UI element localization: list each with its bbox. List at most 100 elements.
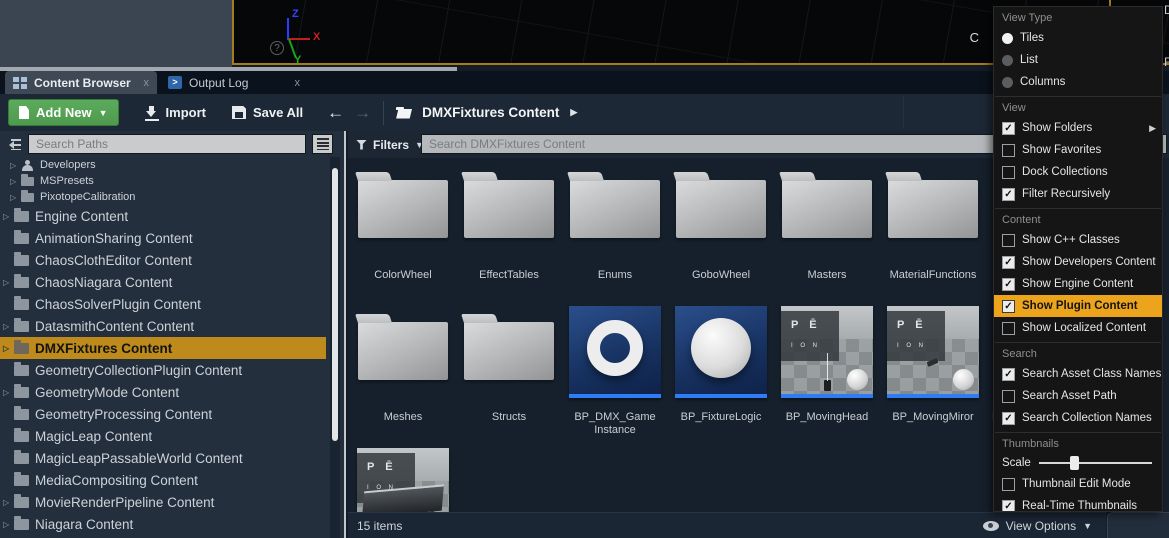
tree-item-label: DatasmithContent Content xyxy=(35,319,194,334)
menu-checkbox-item[interactable]: ✓ Search Collection Names ▶ xyxy=(994,407,1162,429)
expander-icon[interactable]: ▷ xyxy=(3,344,14,353)
asset-tile[interactable]: P ĒI O N BP_MovingMiror xyxy=(880,306,986,437)
menu-checkbox-item[interactable]: ✓ Show Folders ▶ xyxy=(994,117,1162,139)
asset-tile[interactable]: Structs xyxy=(456,306,562,437)
save-all-button[interactable]: Save All xyxy=(232,105,303,120)
expander-icon[interactable]: ▷ xyxy=(10,193,21,202)
asset-tile[interactable]: P ĒI O N xyxy=(350,448,456,512)
folder-icon xyxy=(14,497,29,508)
menu-checkbox-item[interactable]: ✓ Filter Recursively ▶ xyxy=(994,183,1162,205)
tree-item[interactable]: ▷ Niagara Content xyxy=(0,513,326,535)
search-items: ✓ Search Asset Class Names ▶ ✓ Search As… xyxy=(994,363,1162,429)
menu-checkbox-item[interactable]: ✓ Show Engine Content ▶ xyxy=(994,273,1162,295)
tree-item[interactable]: ▷ PixotopeCalibration xyxy=(0,189,326,205)
tree-item[interactable]: ▷ ChaosClothEditor Content xyxy=(0,249,326,271)
tile-label: BP_MovingHead xyxy=(786,411,869,424)
tree-item[interactable]: ▷ GeometryCollectionPlugin Content xyxy=(0,359,326,381)
close-tab-icon[interactable]: x xyxy=(295,77,301,89)
folder-tile[interactable]: MaterialFunctions xyxy=(880,164,986,282)
tab-content-browser[interactable]: Content Browser x xyxy=(5,71,157,94)
expander-icon[interactable]: ▷ xyxy=(3,520,14,529)
menu-checkbox-item[interactable]: ✓ Real-Time Thumbnails ▶ xyxy=(994,495,1162,512)
expander-icon[interactable]: ▷ xyxy=(3,322,14,331)
tab-label: Content Browser xyxy=(34,76,131,90)
tree-item[interactable]: ▷ Developers xyxy=(0,157,326,173)
sphere-graphic xyxy=(953,369,974,390)
back-button[interactable]: ← xyxy=(327,103,344,123)
folder-tile[interactable]: Masters xyxy=(774,164,880,282)
checkbox-icon: ✓ xyxy=(1002,144,1015,157)
folder-thumbnail xyxy=(358,322,448,380)
blueprint-stripe xyxy=(675,394,767,398)
menu-radio-item[interactable]: List xyxy=(994,49,1162,71)
tree-item[interactable]: ▷ Engine Content xyxy=(0,205,326,227)
tree-item[interactable]: ▷ ChaosNiagara Content xyxy=(0,271,326,293)
asset-tile[interactable]: BP_FixtureLogic xyxy=(668,306,774,437)
expander-icon[interactable]: ▷ xyxy=(10,161,21,170)
tree-item[interactable]: ▷ MagicLeapPassableWorld Content xyxy=(0,447,326,469)
background-text-fragment: D xyxy=(1164,3,1169,17)
breadcrumb-chevron-icon[interactable]: ▶ xyxy=(570,107,577,118)
menu-radio-item[interactable]: Tiles xyxy=(994,27,1162,49)
path-view-options-button[interactable] xyxy=(312,134,333,154)
menu-checkbox-item[interactable]: ✓ Show Plugin Content ▶ xyxy=(994,295,1162,317)
save-all-label: Save All xyxy=(253,105,303,120)
tab-label: Output Log xyxy=(189,76,248,90)
menu-checkbox-item[interactable]: ✓ Search Asset Path ▶ xyxy=(994,385,1162,407)
folder-tile[interactable]: Enums xyxy=(562,164,668,282)
asset-tile[interactable]: Meshes xyxy=(350,306,456,437)
folder-icon xyxy=(14,299,29,310)
view-options-label: View Options xyxy=(1006,519,1076,533)
tree-item[interactable]: ▷ DatasmithContent Content xyxy=(0,315,326,337)
menu-item-label: Show Favorites xyxy=(1022,144,1101,156)
expander-icon[interactable]: ▷ xyxy=(10,177,21,186)
import-button[interactable]: Import xyxy=(145,105,206,120)
content-browser-icon xyxy=(13,77,27,89)
expander-icon[interactable]: ▷ xyxy=(3,212,14,221)
tree-item[interactable]: ▷ MagicLeap Content xyxy=(0,425,326,447)
tree-item[interactable]: ▷ MediaCompositing Content xyxy=(0,469,326,491)
menu-checkbox-item[interactable]: ✓ Dock Collections ▶ xyxy=(994,161,1162,183)
tab-output-log[interactable]: > Output Log x xyxy=(160,71,308,94)
collapse-sources-icon[interactable] xyxy=(5,137,21,151)
add-new-button[interactable]: Add New ▼ xyxy=(8,99,119,126)
billboard-logo: P ĒI O N xyxy=(781,311,839,361)
slider-handle[interactable] xyxy=(1070,456,1079,470)
menu-checkbox-item[interactable]: ✓ Show Favorites ▶ xyxy=(994,139,1162,161)
view-type-options: Tiles List Columns xyxy=(994,27,1162,93)
tree-item[interactable]: ▷ GeometryMode Content xyxy=(0,381,326,403)
menu-checkbox-item[interactable]: ✓ Show Localized Content ▶ xyxy=(994,317,1162,339)
menu-checkbox-item[interactable]: ✓ Show Developers Content ▶ xyxy=(994,251,1162,273)
tree-item[interactable]: ▷ MSPresets xyxy=(0,173,326,189)
expander-icon[interactable]: ▷ xyxy=(3,388,14,397)
breadcrumb[interactable]: DMXFixtures Content ▶ xyxy=(396,105,577,120)
menu-item-label: Show Localized Content xyxy=(1022,322,1146,334)
search-paths-input[interactable] xyxy=(28,134,306,154)
help-icon[interactable]: ? xyxy=(270,41,284,55)
tree-item[interactable]: ▷ DMXFixtures Content xyxy=(0,337,326,359)
asset-tile[interactable]: BP_DMX_Game Instance xyxy=(562,306,668,437)
tree-item[interactable]: ▷ GeometryProcessing Content xyxy=(0,403,326,425)
torus-graphic xyxy=(587,320,643,376)
close-tab-icon[interactable]: x xyxy=(144,77,150,89)
menu-radio-item[interactable]: Columns xyxy=(994,71,1162,93)
folder-tile[interactable]: EffectTables xyxy=(456,164,562,282)
thumbnail-scale-slider[interactable] xyxy=(1039,456,1152,470)
asset-tile[interactable]: P ĒI O N BP_MovingHead xyxy=(774,306,880,437)
folder-tile[interactable]: ColorWheel xyxy=(350,164,456,282)
expander-icon[interactable]: ▷ xyxy=(3,278,14,287)
expander-icon[interactable]: ▷ xyxy=(3,498,14,507)
filters-button[interactable]: Filters ▼ xyxy=(356,138,424,152)
menu-checkbox-item[interactable]: ✓ Show C++ Classes ▶ xyxy=(994,229,1162,251)
folder-tile[interactable]: GoboWheel xyxy=(668,164,774,282)
menu-section-header: View xyxy=(994,100,1162,117)
menu-checkbox-item[interactable]: ✓ Thumbnail Edit Mode ▶ xyxy=(994,473,1162,495)
tree-item[interactable]: ▷ ChaosSolverPlugin Content xyxy=(0,293,326,315)
menu-checkbox-item[interactable]: ✓ Search Asset Class Names ▶ xyxy=(994,363,1162,385)
checkbox-icon: ✓ xyxy=(1002,322,1015,335)
tree-item[interactable]: ▷ AnimationSharing Content xyxy=(0,227,326,249)
tree-scrollbar-thumb[interactable] xyxy=(332,168,338,441)
view-options-button[interactable]: View Options ▼ xyxy=(983,519,1092,533)
tree-item-label: AnimationSharing Content xyxy=(35,231,193,246)
tree-item[interactable]: ▷ MovieRenderPipeline Content xyxy=(0,491,326,513)
